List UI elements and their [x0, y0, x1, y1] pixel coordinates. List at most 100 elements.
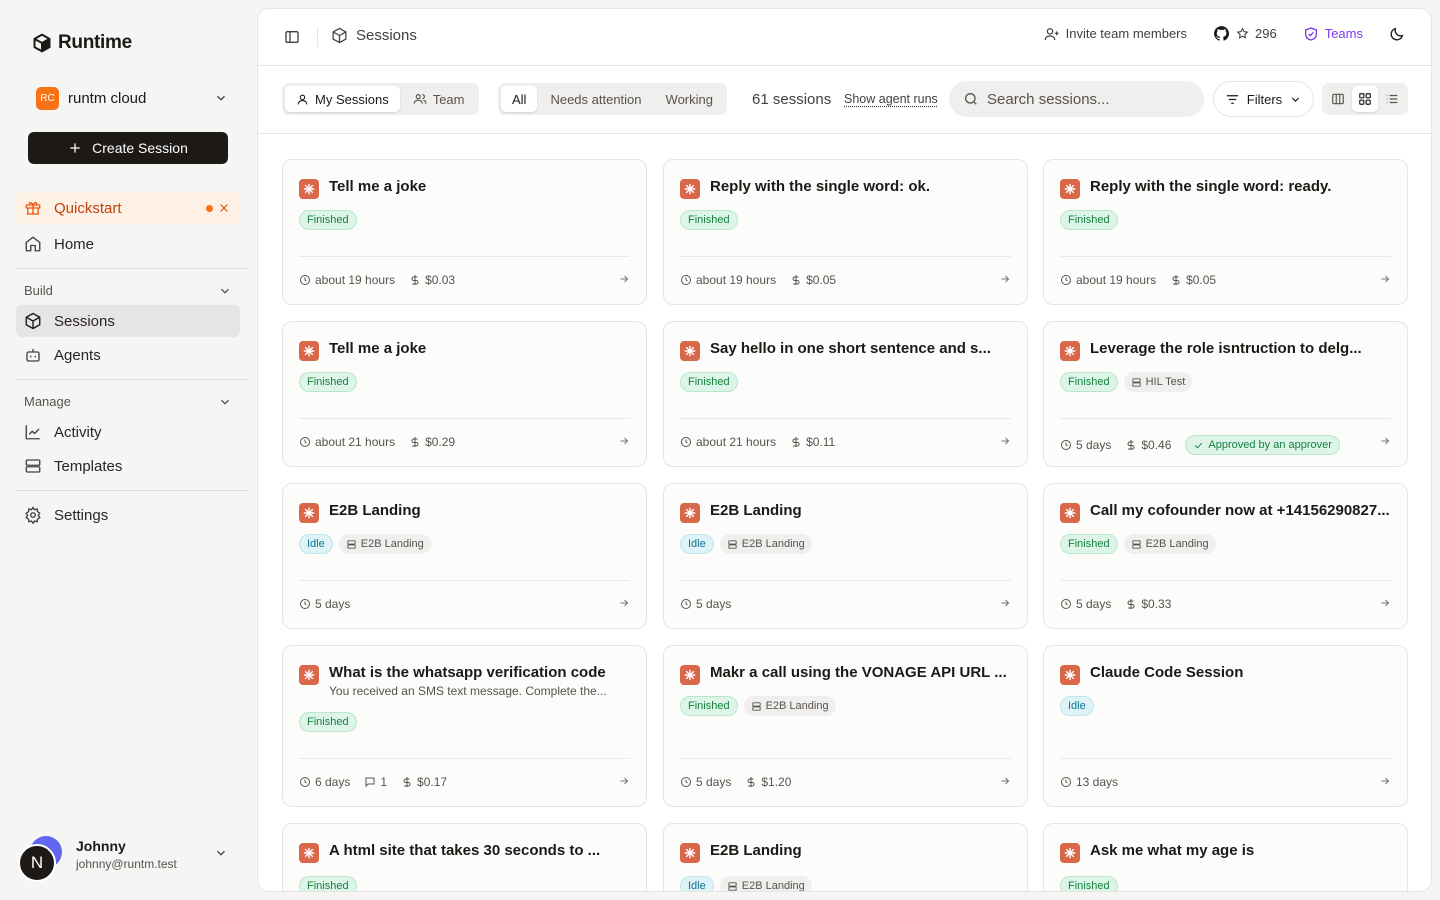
session-card[interactable]: Call my cofounder now at +14156290827...…	[1043, 483, 1408, 629]
session-card[interactable]: What is the whatsapp verification code Yo…	[282, 645, 647, 807]
open-session-button[interactable]	[999, 435, 1011, 447]
search-input[interactable]	[987, 90, 1177, 108]
arrow-right-icon	[1381, 599, 1390, 607]
open-session-button[interactable]	[1379, 273, 1391, 285]
team-tab[interactable]: Team	[402, 86, 476, 112]
session-card[interactable]: Reply with the single word: ready. Finish…	[1043, 159, 1408, 305]
session-agent-icon	[1060, 179, 1080, 199]
teams-button[interactable]: Teams	[1303, 26, 1363, 42]
session-tags: Finished	[680, 372, 738, 392]
template-badge: E2B Landing	[719, 534, 812, 554]
session-card[interactable]: E2B Landing Idle E2B Landing 5 days	[282, 483, 647, 629]
github-icon	[1214, 26, 1230, 41]
session-title: Call my cofounder now at +14156290827...	[1090, 502, 1390, 519]
session-tags: Finished	[1060, 210, 1118, 230]
clock-icon	[681, 437, 691, 447]
filters-button[interactable]: Filters	[1213, 81, 1314, 117]
session-title: Claude Code Session	[1090, 664, 1244, 681]
org-switcher[interactable]: RC runtm cloud	[28, 84, 228, 112]
session-card[interactable]: Claude Code Session Idle 13 days	[1043, 645, 1408, 807]
open-session-button[interactable]	[1379, 597, 1391, 609]
group-build[interactable]: Build	[24, 283, 232, 298]
session-title: E2B Landing	[710, 842, 802, 859]
sidebar-item-sessions[interactable]: Sessions	[16, 305, 240, 337]
open-session-button[interactable]	[618, 775, 630, 787]
sidebar-item-agents[interactable]: Agents	[16, 339, 240, 371]
spark-icon	[1064, 847, 1076, 859]
open-session-button[interactable]	[999, 775, 1011, 787]
tab-working[interactable]: Working	[655, 86, 724, 112]
search-box	[949, 81, 1204, 117]
close-icon[interactable]	[217, 201, 231, 215]
open-session-button[interactable]	[618, 435, 630, 447]
sidebar-toggle-icon[interactable]	[284, 29, 300, 45]
list-view-button[interactable]	[1380, 86, 1405, 112]
show-agent-runs-link[interactable]: Show agent runs	[844, 92, 938, 106]
card-divider	[680, 758, 1011, 759]
session-card[interactable]: Reply with the single word: ok. Finished a…	[663, 159, 1028, 305]
open-session-button[interactable]	[618, 273, 630, 285]
user-plus-icon	[1044, 27, 1059, 40]
session-card[interactable]: E2B Landing Idle E2B Landing 5 days	[663, 483, 1028, 629]
card-divider	[299, 418, 630, 419]
arrow-right-icon	[620, 777, 629, 785]
sidebar-item-templates[interactable]: Templates	[16, 450, 240, 482]
group-manage[interactable]: Manage	[24, 394, 232, 409]
session-card[interactable]: Tell me a joke Finished about 21 hours $0.2…	[282, 321, 647, 467]
session-cost: $1.20	[745, 775, 791, 789]
chevron-down-icon	[221, 288, 229, 294]
open-session-button[interactable]	[1379, 435, 1391, 447]
page-title-text: Sessions	[356, 27, 417, 44]
plus-icon	[70, 143, 80, 153]
session-title: Say hello in one short sentence and s...	[710, 340, 991, 357]
session-card[interactable]: E2B Landing Idle E2B Landing	[663, 823, 1028, 891]
user-email: johnny@runtm.test	[76, 857, 177, 871]
spark-icon	[684, 669, 696, 681]
session-card[interactable]: Ask me what my age is Finished	[1043, 823, 1408, 891]
user-name: Johnny	[76, 838, 126, 854]
grid-view-button[interactable]	[1352, 86, 1378, 112]
open-session-button[interactable]	[618, 597, 630, 609]
session-agent-icon	[1060, 503, 1080, 523]
star-count: 296	[1255, 26, 1277, 41]
tab-all[interactable]: All	[501, 86, 538, 112]
dollar-icon	[792, 437, 800, 447]
session-agent-icon	[1060, 843, 1080, 863]
template-icon	[728, 539, 737, 549]
open-session-button[interactable]	[999, 597, 1011, 609]
open-session-button[interactable]	[999, 273, 1011, 285]
session-card[interactable]: Leverage the role isntruction to delg...…	[1043, 321, 1408, 467]
arrow-right-icon	[1001, 777, 1010, 785]
session-agent-icon	[1060, 341, 1080, 361]
cost-text: $0.29	[425, 435, 456, 449]
session-card[interactable]: Say hello in one short sentence and s...…	[663, 321, 1028, 467]
session-agent-icon	[299, 341, 319, 361]
brand[interactable]: Runtime	[32, 32, 132, 54]
sidebar-item-quickstart[interactable]: Quickstart	[16, 192, 240, 224]
sidebar-item-activity[interactable]: Activity	[16, 416, 240, 448]
status-badge: Finished	[299, 210, 357, 230]
invite-button[interactable]: Invite team members	[1044, 26, 1187, 42]
sidebar-item-settings[interactable]: Settings	[16, 499, 240, 531]
create-session-button[interactable]: Create Session	[28, 132, 228, 164]
session-card[interactable]: A html site that takes 30 seconds to ...…	[282, 823, 647, 891]
theme-toggle-button[interactable]	[1389, 26, 1405, 42]
open-session-button[interactable]	[1379, 775, 1391, 787]
github-stars-button[interactable]: 296	[1213, 25, 1277, 42]
arrow-right-icon	[1001, 599, 1010, 607]
columns-view-button[interactable]	[1325, 86, 1350, 112]
grid-icon	[1359, 93, 1371, 105]
template-icon	[1131, 377, 1141, 387]
user-menu[interactable]: N Johnny johnny@runtm.test	[18, 834, 238, 882]
session-card[interactable]: Tell me a joke Finished about 19 hours $0.0…	[282, 159, 647, 305]
sidebar-item-home[interactable]: Home	[16, 228, 240, 260]
gift-icon	[25, 202, 41, 215]
session-card[interactable]: Makr a call using the VONAGE API URL ...…	[663, 645, 1028, 807]
session-tags: Finished	[299, 210, 357, 230]
divider	[16, 268, 248, 269]
tab-needs-attention[interactable]: Needs attention	[539, 86, 652, 112]
clock-icon	[1061, 275, 1071, 285]
group-label: Build	[24, 283, 53, 298]
age-text: 6 days	[315, 775, 351, 789]
my-sessions-tab[interactable]: My Sessions	[285, 86, 400, 112]
